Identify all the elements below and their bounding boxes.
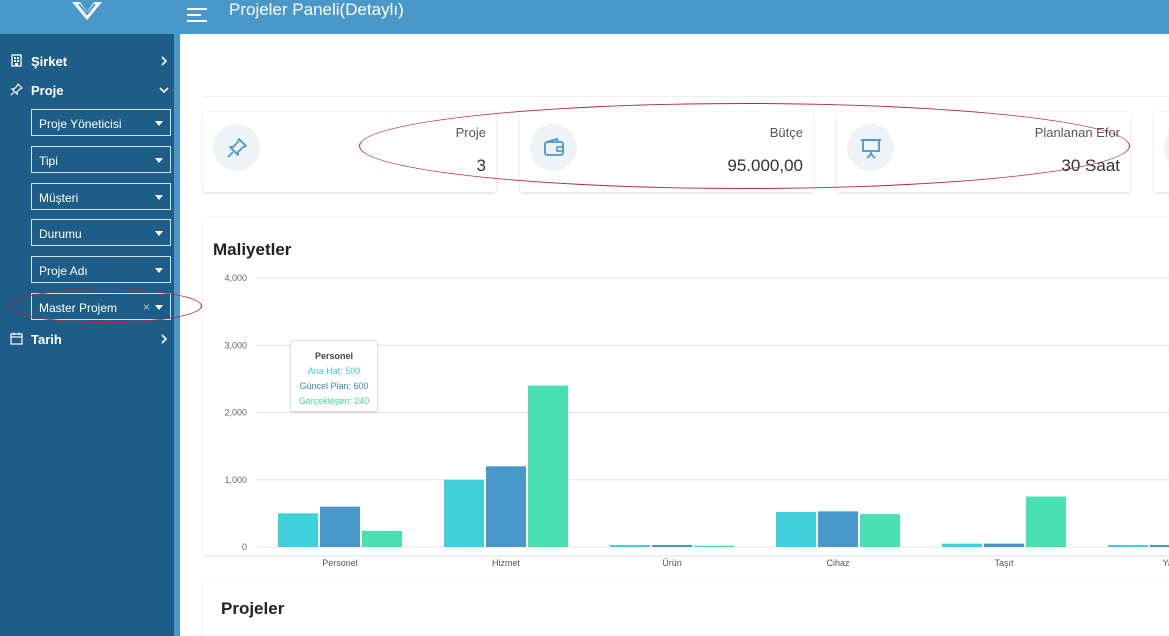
tooltip-title: Personel <box>314 351 354 361</box>
bar-güncel-plan[interactable] <box>984 543 1024 547</box>
bar-gerçekleşen[interactable] <box>1026 496 1066 547</box>
bar-gerçekleşen[interactable] <box>694 545 734 547</box>
y-tick-label: 1,000 <box>224 475 247 485</box>
x-tick-label: Cihaz <box>826 558 850 568</box>
projects-title: Projeler <box>221 599 285 618</box>
bar-güncel-plan[interactable] <box>818 511 858 547</box>
tooltip-line: Gerçekleşen: 240 <box>298 396 370 406</box>
x-tick-label: Yaz <box>1163 558 1169 568</box>
y-tick-label: 2,000 <box>224 408 247 418</box>
x-tick-label: Taşıt <box>994 558 1014 568</box>
tooltip-line: Güncel Plan: 600 <box>299 381 369 391</box>
bar-güncel-plan[interactable] <box>320 506 360 547</box>
costs-bar-chart: 0 1,000 2,000 3,000 4,000 Personel Hizmet Ürün C… <box>224 273 1169 568</box>
x-tick-label: Ürün <box>662 558 682 568</box>
bar-ana-hat[interactable] <box>1108 544 1148 547</box>
bar-ana-hat[interactable] <box>444 479 484 547</box>
bar-ana-hat[interactable] <box>942 543 982 547</box>
bar-gerçekleşen[interactable] <box>528 385 568 547</box>
bar-ana-hat[interactable] <box>610 544 650 547</box>
bar-güncel-plan[interactable] <box>486 466 526 547</box>
projects-card <box>203 580 1169 636</box>
tooltip-line: Ana Hat: 500 <box>307 366 361 376</box>
x-tick-label: Personel <box>322 558 358 568</box>
bar-güncel-plan[interactable] <box>652 544 692 547</box>
x-tick-label: Hizmet <box>492 558 521 568</box>
y-tick-label: 0 <box>242 542 247 552</box>
bar-gerçekleşen[interactable] <box>860 514 900 547</box>
chart-tooltip: Personel Ana Hat: 500 Güncel Plan: 600 G… <box>290 340 378 412</box>
bar-ana-hat[interactable] <box>278 513 318 547</box>
y-tick-label: 3,000 <box>224 340 247 350</box>
y-tick-label: 4,000 <box>224 273 247 283</box>
bar-gerçekleşen[interactable] <box>362 530 402 547</box>
bar-ana-hat[interactable] <box>776 512 816 547</box>
bar-güncel-plan[interactable] <box>1150 544 1169 547</box>
